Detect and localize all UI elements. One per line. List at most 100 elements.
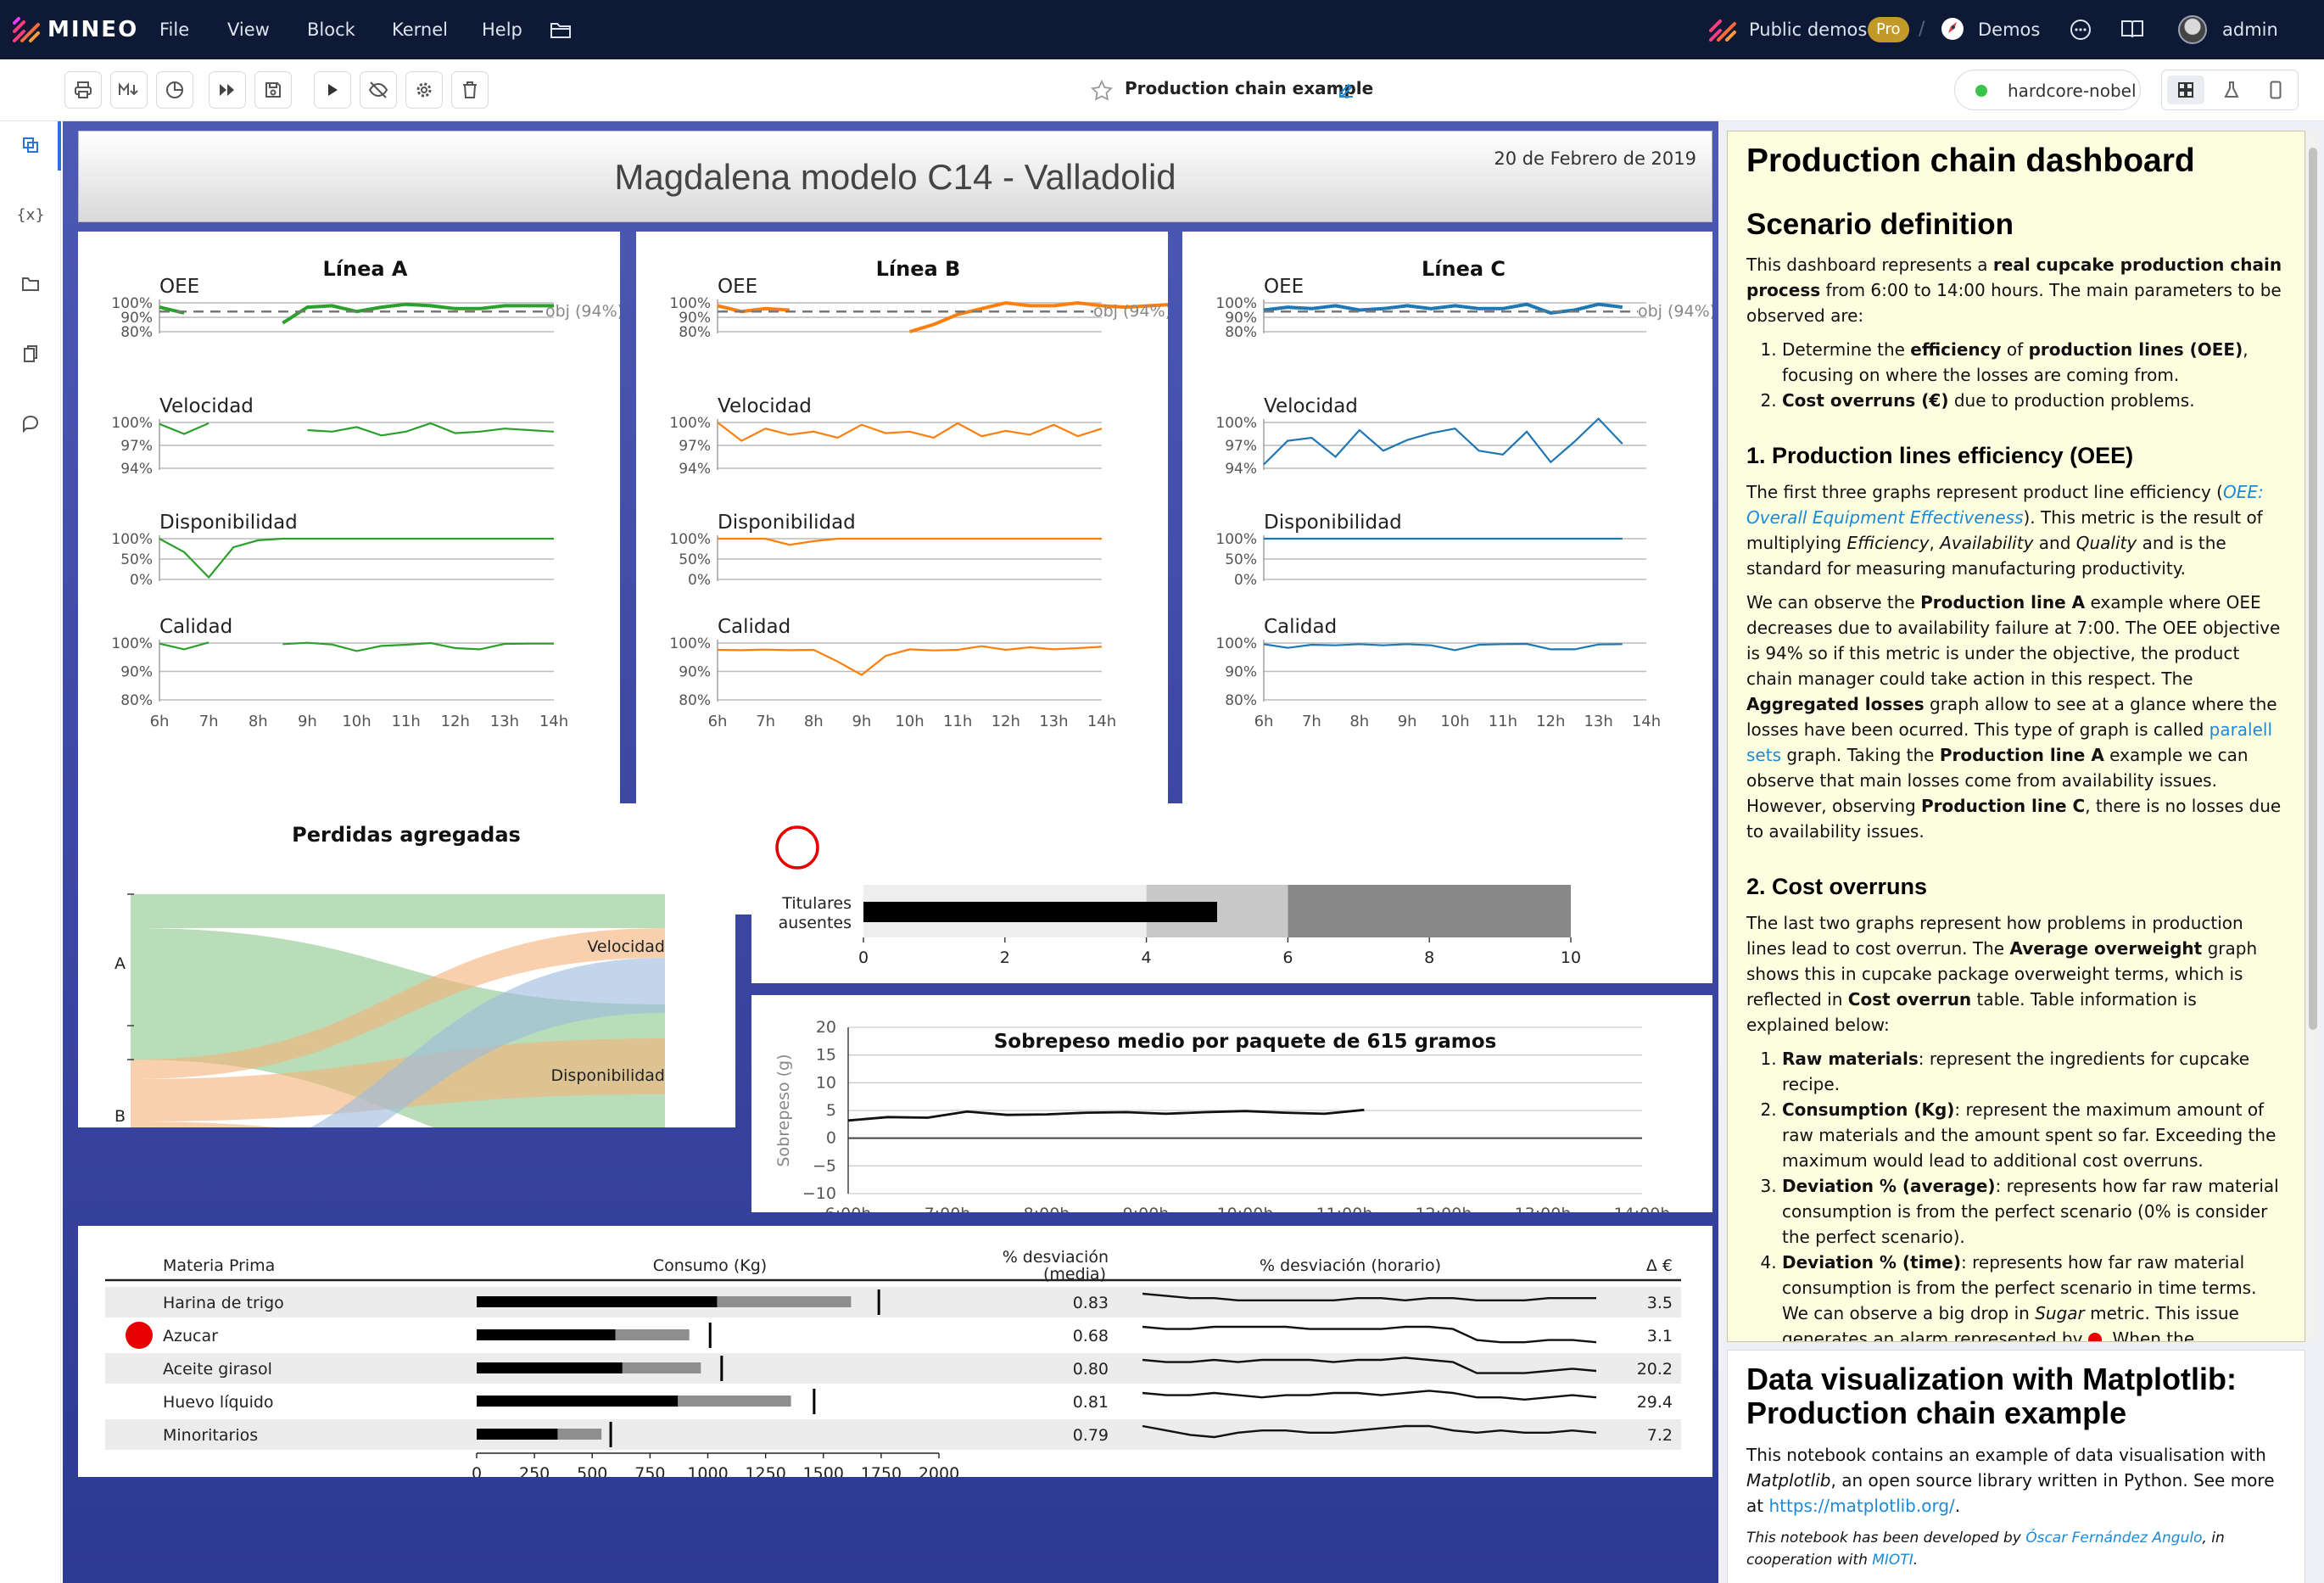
- row-band: [105, 1353, 1681, 1384]
- deviation-value: 0.83: [1073, 1294, 1109, 1312]
- kernel-status[interactable]: hardcore-nobel: [1954, 70, 2141, 110]
- demos-link[interactable]: Demos: [1978, 0, 2040, 59]
- list-item: Deviation % (time): represents how far r…: [1782, 1250, 2284, 1341]
- spent-bar: [477, 1396, 679, 1407]
- cost-value: 3.1: [1647, 1327, 1673, 1345]
- menu-view[interactable]: View: [227, 0, 270, 59]
- tick-label: 50%: [1225, 551, 1257, 568]
- disponibilidad-series: [159, 537, 554, 579]
- mobile-view-button[interactable]: [2257, 76, 2294, 104]
- edit-title-icon[interactable]: [1337, 80, 1355, 98]
- chat-icon[interactable]: [2070, 19, 2092, 41]
- hour-tick: 8h: [804, 713, 824, 730]
- y-tick-label: −5: [813, 1156, 836, 1175]
- print-button[interactable]: [64, 71, 102, 109]
- markdown-button[interactable]: [110, 71, 148, 109]
- deviation-value: 0.68: [1073, 1327, 1109, 1345]
- losses-card: Perdidas agregadasABCVelocidadDisponibil…: [78, 803, 735, 1278]
- tick-label: 94%: [679, 461, 711, 478]
- hour-tick: 6h: [150, 713, 170, 730]
- sidebar-blocks[interactable]: [19, 133, 42, 157]
- folder-icon[interactable]: [550, 20, 572, 39]
- spent-bar: [477, 1296, 718, 1307]
- hour-tick: 12h: [992, 713, 1020, 730]
- list-item: Raw materials: represent the ingredients…: [1782, 1046, 2284, 1097]
- matplotlib-link[interactable]: https://matplotlib.org/: [1768, 1496, 1954, 1516]
- x-tick-label: 9:00h: [1123, 1205, 1170, 1212]
- panel-label: Calidad: [159, 616, 232, 638]
- list-item: Consumption (Kg): represent the maximum …: [1782, 1097, 2284, 1173]
- hour-tick: 6h: [708, 713, 728, 730]
- dashboard-view-button[interactable]: [2167, 76, 2204, 104]
- x-tick-label: 11:00h: [1316, 1205, 1373, 1212]
- tick-label: 97%: [679, 438, 711, 455]
- sidebar-comments[interactable]: [19, 411, 42, 435]
- active-indicator: [58, 121, 61, 171]
- public-demos-link[interactable]: Public demos: [1749, 0, 1867, 59]
- tick-label: 100%: [1215, 415, 1257, 432]
- list-item: Determine the efficiency of production l…: [1782, 337, 2284, 388]
- markdown-block-dashboard[interactable]: Production chain dashboard Scenario defi…: [1727, 131, 2305, 1342]
- x-tick-label: 500: [577, 1464, 607, 1477]
- sidebar-clipboard[interactable]: [19, 342, 42, 366]
- kernel-name: hardcore-nobel: [2008, 81, 2137, 101]
- objective-label: obj (94%): [545, 302, 620, 321]
- markdown-block-intro[interactable]: Data visualization with Matplotlib: Prod…: [1727, 1350, 2305, 1583]
- line-title: Línea C: [1422, 257, 1506, 281]
- hour-tick: 6h: [1254, 713, 1274, 730]
- scenario-paragraph: This dashboard represents a real cupcake…: [1746, 255, 2282, 326]
- menu-block[interactable]: Block: [307, 0, 355, 59]
- chart-block-button[interactable]: [156, 71, 193, 109]
- tick-label: 97%: [1225, 438, 1257, 455]
- mineo-logo[interactable]: MINEO: [12, 16, 138, 43]
- save-button[interactable]: [254, 71, 292, 109]
- star-icon[interactable]: [1091, 80, 1113, 102]
- oee-heading: 1. Production lines efficiency (OEE): [1746, 443, 2134, 468]
- book-icon[interactable]: [2120, 19, 2144, 39]
- list-item: Deviation % (average): represents how fa…: [1782, 1173, 2284, 1250]
- cost-overrun-table: Materia Prima Consumo (Kg)% desviación(me…: [105, 1248, 1681, 1483]
- sidebar-variables[interactable]: {x}: [16, 203, 45, 227]
- tick-label: 97%: [120, 438, 153, 455]
- y-tick-label: 5: [826, 1101, 836, 1120]
- mioti-link[interactable]: MIOTI: [1872, 1552, 1913, 1569]
- user-name[interactable]: admin: [2222, 0, 2278, 59]
- menu-file[interactable]: File: [159, 0, 189, 59]
- panel-label: Velocidad: [718, 395, 812, 417]
- hour-tick: 7h: [1302, 713, 1321, 730]
- spent-bar: [477, 1362, 623, 1373]
- run-all-button[interactable]: [209, 71, 246, 109]
- line-a-paragraph: We can observe the Production line A exa…: [1746, 592, 2282, 842]
- column-header: Δ €: [1646, 1256, 1673, 1275]
- print-icon: [75, 81, 92, 98]
- hour-tick: 14h: [539, 713, 568, 730]
- target-label: Disponibilidad: [551, 1066, 665, 1085]
- sidebar-files[interactable]: [19, 272, 42, 296]
- settings-button[interactable]: [405, 71, 443, 109]
- nav-divider: /: [1919, 19, 1925, 40]
- lab-view-button[interactable]: [2213, 76, 2250, 104]
- source-label: B: [115, 1107, 126, 1126]
- deviation-value: 0.79: [1073, 1426, 1109, 1445]
- author-link[interactable]: Óscar Fernández Angulo: [2025, 1530, 2202, 1547]
- tick-label: 0%: [130, 572, 153, 589]
- menu-help[interactable]: Help: [482, 0, 522, 59]
- column-header: Materia Prima: [163, 1256, 275, 1275]
- x-tick-label: 10: [1561, 948, 1581, 967]
- cost-paragraph: The last two graphs represent how proble…: [1746, 913, 2258, 1035]
- delete-button[interactable]: [451, 71, 489, 109]
- velocidad-series: [159, 422, 555, 437]
- menu-kernel[interactable]: Kernel: [392, 0, 448, 59]
- calidad-series: [1263, 642, 1623, 652]
- material-name: Azucar: [163, 1327, 218, 1345]
- run-button[interactable]: [314, 71, 351, 109]
- hide-code-button[interactable]: [360, 71, 397, 109]
- panel-label: Velocidad: [1264, 395, 1358, 417]
- cost-value: 20.2: [1637, 1360, 1673, 1379]
- overweight-chart: 20 15 10 5 0 −5 −10 Sobrepeso (g) Sobrepeso medi…: [774, 1018, 1670, 1223]
- cost-value: 3.5: [1647, 1294, 1673, 1312]
- scrollbar-thumb[interactable]: [2309, 148, 2317, 1030]
- notes-scrollbar[interactable]: [2307, 131, 2319, 1342]
- y-axis-label: Sobrepeso (g): [774, 1054, 793, 1166]
- avatar[interactable]: [2178, 15, 2207, 44]
